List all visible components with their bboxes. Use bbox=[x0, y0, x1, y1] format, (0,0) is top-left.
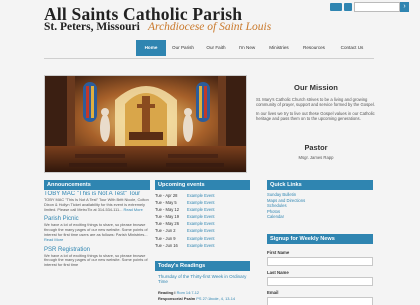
nav-our-faith[interactable]: Our Faith bbox=[200, 40, 232, 56]
event-name[interactable]: Example Event bbox=[187, 192, 215, 199]
church-interior-illustration bbox=[45, 76, 246, 172]
announcement-body: We have a lot of exciting things to shar… bbox=[44, 252, 150, 268]
mission-paragraph: In our lives we try to live out these Go… bbox=[256, 110, 375, 122]
twitter-icon[interactable] bbox=[344, 3, 352, 11]
pastor-name: Msgr. James Rapp bbox=[298, 155, 334, 160]
read-more-link[interactable]: Read More bbox=[44, 237, 63, 242]
reading-one-label: Reading I bbox=[158, 290, 176, 295]
todays-readings-heading: Today's Readings bbox=[155, 261, 250, 271]
page: All Saints Catholic Parish St. Peters, M… bbox=[0, 0, 420, 305]
event-date: Tue - Jun 9 bbox=[155, 235, 176, 241]
psalm-link[interactable]: PS 27:1bcde, 4, 13-14 bbox=[196, 296, 235, 301]
event-name[interactable]: Example Event bbox=[187, 235, 215, 242]
quick-links-list: Sunday Bulletin Maps and Directions Sche… bbox=[267, 192, 373, 220]
email-label: Email bbox=[267, 290, 279, 295]
main-nav: Home Our Parish Our Faith I'm New Minist… bbox=[136, 40, 372, 56]
signup-heading: Signup for Weekly News bbox=[267, 234, 373, 244]
event-row[interactable]: Tue - May 19 Example Event bbox=[155, 213, 250, 220]
event-row[interactable]: Tue - Apr 28 Example Event bbox=[155, 192, 250, 199]
event-row[interactable]: Tue - Jun 9 Example Event bbox=[155, 235, 250, 242]
event-date: Tue - Jun 2 bbox=[155, 228, 176, 234]
first-name-field[interactable] bbox=[267, 257, 373, 266]
event-date: Tue - May 19 bbox=[155, 214, 179, 220]
nav-ministries[interactable]: Ministries bbox=[262, 40, 296, 56]
event-row[interactable]: Tue - May 12 Example Event bbox=[155, 206, 250, 213]
quick-link-calendar[interactable]: Calendar bbox=[267, 214, 373, 220]
facebook-icon[interactable] bbox=[330, 3, 342, 11]
quick-links-heading: Quick Links bbox=[267, 180, 373, 190]
event-date: Tue - May 12 bbox=[155, 207, 179, 213]
announcement-body: TOBY MAC "This Is Not A Test" Tour With … bbox=[44, 197, 150, 212]
nav-im-new[interactable]: I'm New bbox=[232, 40, 262, 56]
event-row[interactable]: Tue - Jun 16 Example Event bbox=[155, 242, 250, 249]
announcement-body: We have a lot of exciting things to shar… bbox=[44, 223, 150, 242]
announcements-list: TOBY MAC "This is Not A Test" Tour TOBY … bbox=[44, 191, 150, 305]
reading-one: Reading I Rom 14:7-12 bbox=[158, 290, 199, 295]
event-name[interactable]: Example Event bbox=[187, 206, 215, 213]
search-input[interactable] bbox=[354, 2, 400, 12]
nav-divider bbox=[44, 58, 374, 59]
mission-title: Our Mission bbox=[294, 83, 338, 92]
announcements-heading: Announcements bbox=[44, 180, 150, 190]
nav-resources[interactable]: Resources bbox=[296, 40, 332, 56]
nav-contact-us[interactable]: Contact Us bbox=[332, 40, 372, 56]
event-row[interactable]: Tue - May 5 Example Event bbox=[155, 199, 250, 206]
event-name[interactable]: Example Event bbox=[187, 213, 215, 220]
last-name-field[interactable] bbox=[267, 277, 373, 286]
readings-title[interactable]: Thursday of the Thirty-first Week in Ord… bbox=[158, 274, 250, 285]
responsorial-psalm: Responsorial Psalm PS 27:1bcde, 4, 13-14 bbox=[158, 296, 235, 301]
announcement-text: We have a lot of exciting things to shar… bbox=[44, 252, 148, 268]
pastor-title: Pastor bbox=[304, 143, 328, 152]
read-more-link[interactable]: Read More bbox=[124, 207, 143, 212]
upcoming-events-heading: Upcoming events bbox=[155, 180, 250, 190]
event-name[interactable]: Example Event bbox=[187, 227, 215, 234]
reading-one-link[interactable]: Rom 14:7-12 bbox=[177, 290, 200, 295]
event-row[interactable]: Tue - May 26 Example Event bbox=[155, 220, 250, 227]
site-archdiocese: Archdiocese of Saint Louis bbox=[148, 21, 272, 33]
psalm-label: Responsorial Psalm bbox=[158, 296, 196, 301]
email-field[interactable] bbox=[267, 297, 373, 305]
first-name-label: First Name bbox=[267, 250, 290, 255]
event-date: Tue - Apr 28 bbox=[155, 193, 178, 198]
mission-text: St. Mary's Catholic Church strives to be… bbox=[256, 97, 376, 125]
mission-paragraph: St. Mary's Catholic Church strives to be… bbox=[256, 97, 375, 108]
search-button[interactable]: › bbox=[400, 2, 409, 12]
event-name[interactable]: Example Event bbox=[187, 220, 215, 227]
site-location: St. Peters, Missouri bbox=[44, 21, 140, 33]
event-row[interactable]: Tue - Jun 2 Example Event bbox=[155, 227, 250, 234]
event-date: Tue - May 5 bbox=[155, 200, 177, 206]
last-name-label: Last Name bbox=[267, 270, 289, 275]
nav-home[interactable]: Home bbox=[136, 40, 166, 56]
nav-our-parish[interactable]: Our Parish bbox=[166, 40, 200, 56]
events-list: Tue - Apr 28 Example Event Tue - May 5 Exa… bbox=[155, 192, 250, 249]
announcement-text: We have a lot of exciting things to shar… bbox=[44, 222, 148, 237]
church-interior-photo bbox=[44, 75, 247, 173]
event-date: Tue - May 26 bbox=[155, 221, 179, 227]
event-name[interactable]: Example Event bbox=[187, 242, 215, 249]
event-name[interactable]: Example Event bbox=[187, 199, 215, 206]
event-date: Tue - Jun 16 bbox=[155, 242, 178, 248]
